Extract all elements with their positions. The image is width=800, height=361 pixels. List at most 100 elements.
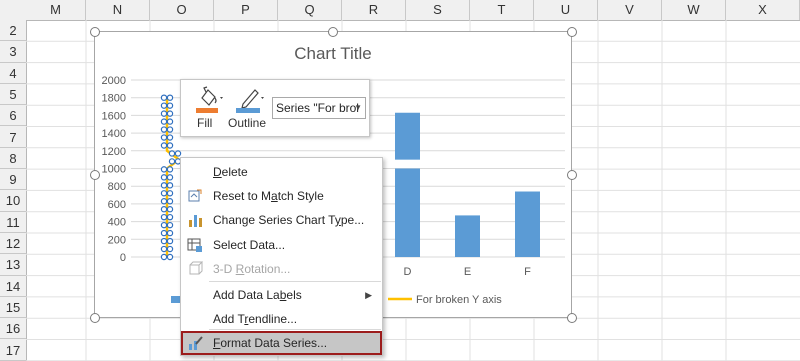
series-selection-marker (166, 102, 174, 109)
series-selection-marker (160, 94, 168, 101)
series-selection-marker (160, 190, 168, 197)
row-header-2[interactable]: 2 (0, 20, 26, 42)
column-header-q[interactable]: Q (278, 0, 342, 20)
reset-style-icon (187, 188, 203, 204)
row-header-14[interactable]: 14 (0, 276, 26, 297)
column-header-x[interactable]: X (726, 0, 800, 20)
menu-item-select-data[interactable]: Select Data... (181, 233, 382, 257)
series-selection-marker (174, 150, 182, 157)
y-tick-label: 200 (108, 234, 126, 246)
series-selection-marker (166, 221, 174, 229)
menu-item-format-data-series[interactable]: Format Data Series... (181, 331, 382, 355)
menu-item-change-series-chart-type[interactable]: Change Series Chart Type... (181, 208, 382, 232)
series-selection-marker (166, 213, 174, 221)
row-header-11[interactable]: 11 (0, 212, 26, 233)
series-selection-marker (160, 182, 168, 189)
row-header-12[interactable]: 12 (0, 233, 26, 255)
fill-button[interactable] (193, 84, 225, 114)
menu-item-label: Delete (213, 165, 248, 179)
column-header-u[interactable]: U (534, 0, 598, 20)
menu-separator (209, 281, 381, 282)
column-header-w[interactable]: W (662, 0, 726, 20)
column-header-t[interactable]: T (470, 0, 534, 20)
series-selection-marker (166, 190, 174, 197)
series-selection-marker (160, 229, 168, 237)
resize-handle-top-right[interactable] (567, 27, 577, 37)
menu-item-label: Add Data Labels (213, 288, 302, 302)
series-selection-marker (166, 134, 174, 141)
series-selection-marker (166, 253, 174, 261)
row-header-17[interactable]: 17 (0, 340, 26, 361)
chevron-down-icon: ▼ (354, 103, 362, 112)
series-selection-marker (166, 94, 174, 101)
series-selection-marker (160, 102, 168, 109)
column-header-m[interactable]: M (26, 0, 86, 20)
menu-item-label: Select Data... (213, 238, 286, 252)
column-header-p[interactable]: P (214, 0, 278, 20)
resize-handle-bottom-left[interactable] (90, 313, 100, 323)
column-header-v[interactable]: V (598, 0, 662, 20)
row-header-16[interactable]: 16 (0, 318, 26, 340)
row-header-4[interactable]: 4 (0, 63, 26, 84)
menu-item-add-data-labels[interactable]: Add Data Labels ▶ (181, 283, 382, 307)
y-tick-label: 2000 (102, 75, 126, 87)
y-tick-label: 800 (108, 181, 126, 193)
series-selection-marker (160, 237, 168, 245)
legend-line-label: For broken Y axis (416, 294, 502, 306)
outline-label: Outline (228, 116, 267, 130)
series-selection-marker (160, 253, 168, 261)
series-selection-marker (160, 126, 168, 133)
format-series-icon (187, 335, 203, 351)
series-selection-marker (168, 150, 176, 157)
rotation-icon (187, 261, 204, 277)
column-header-n[interactable]: N (86, 0, 150, 20)
series-selector-dropdown[interactable]: Series "For brol ▼ (272, 97, 366, 119)
x-tick-label: D (404, 266, 412, 278)
bar-d-upper (395, 112, 420, 160)
menu-item-add-trendline[interactable]: Add Trendline... (181, 307, 382, 331)
menu-item-label: Add Trendline... (213, 312, 298, 326)
row-header-10[interactable]: 10 (0, 190, 26, 212)
series-selection-marker (166, 110, 174, 117)
select-data-icon (187, 237, 203, 253)
row-header-bar: 2 3 4 5 6 7 8 9 10 11 12 13 14 15 16 17 (0, 20, 27, 361)
y-tick-label: 1400 (102, 128, 126, 140)
resize-handle-top[interactable] (328, 27, 338, 37)
series-selection-marker (160, 166, 168, 173)
outline-button[interactable] (233, 84, 269, 114)
series-selection-marker (160, 110, 168, 117)
column-header-s[interactable]: S (406, 0, 470, 20)
resize-handle-right[interactable] (567, 170, 577, 180)
row-header-5[interactable]: 5 (0, 84, 26, 106)
resize-handle-left[interactable] (90, 170, 100, 180)
row-header-8[interactable]: 8 (0, 148, 26, 170)
row-header-7[interactable]: 7 (0, 127, 26, 148)
resize-handle-top-left[interactable] (90, 27, 100, 37)
context-menu: Delete Reset to Match Style Change Series … (180, 157, 383, 356)
y-tick-label: 1800 (102, 93, 126, 105)
mini-toolbar: Fill Outline Series "For brol ▼ (180, 79, 370, 137)
row-header-9[interactable]: 9 (0, 169, 26, 191)
chevron-right-icon: ▶ (365, 290, 372, 300)
series-selection-marker (160, 134, 168, 141)
menu-item-delete[interactable]: Delete (181, 160, 382, 184)
row-header-13[interactable]: 13 (0, 254, 26, 276)
y-tick-label: 400 (108, 217, 126, 229)
row-header-3[interactable]: 3 (0, 41, 26, 63)
series-selection-marker (166, 174, 174, 181)
menu-item-reset-to-match-style[interactable]: Reset to Match Style (181, 184, 382, 208)
x-tick-label: E (464, 266, 471, 278)
series-selection-marker (160, 118, 168, 125)
y-tick-label: 1200 (102, 146, 126, 158)
row-header-6[interactable]: 6 (0, 105, 26, 127)
column-header-r[interactable]: R (342, 0, 406, 20)
menu-item-label: Reset to Match Style (213, 189, 324, 203)
resize-handle-bottom-right[interactable] (567, 313, 577, 323)
series-selection-marker (166, 166, 174, 173)
column-header-o[interactable]: O (150, 0, 214, 20)
series-selection-marker (166, 237, 174, 245)
row-header-15[interactable]: 15 (0, 297, 26, 319)
x-tick-label: F (524, 266, 531, 278)
series-selection-marker (168, 158, 176, 165)
series-selection-marker (166, 206, 174, 213)
